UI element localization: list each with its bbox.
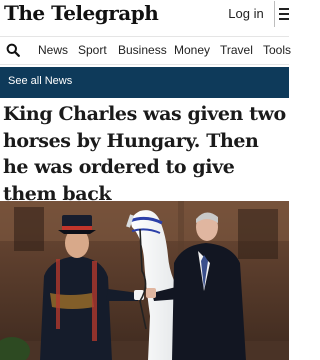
section-bar: See all News — [0, 67, 289, 98]
article-hero-image[interactable] — [0, 201, 289, 360]
nav-item-tools[interactable]: Tools — [263, 43, 291, 57]
nav-item-sport[interactable]: Sport — [78, 43, 107, 57]
nav-item-business[interactable]: Business — [118, 43, 167, 57]
nav-item-news[interactable]: News — [38, 43, 68, 57]
hamburger-icon[interactable] — [279, 8, 289, 20]
nav-item-travel[interactable]: Travel — [220, 43, 253, 57]
hero-photo — [0, 201, 289, 360]
login-button[interactable]: Log in — [223, 3, 269, 25]
header-divider — [274, 1, 275, 27]
see-all-news-link[interactable]: See all News — [8, 75, 72, 87]
search-icon[interactable] — [6, 43, 20, 57]
nav-item-money[interactable]: Money — [174, 43, 210, 57]
site-logo[interactable]: The Telegraph — [4, 1, 159, 25]
nav-bar: News Sport Business Money Travel Tools — [0, 36, 291, 65]
article-headline[interactable]: King Charles was given two horses by Hun… — [3, 101, 287, 207]
top-bar: The Telegraph Log in — [0, 0, 289, 30]
